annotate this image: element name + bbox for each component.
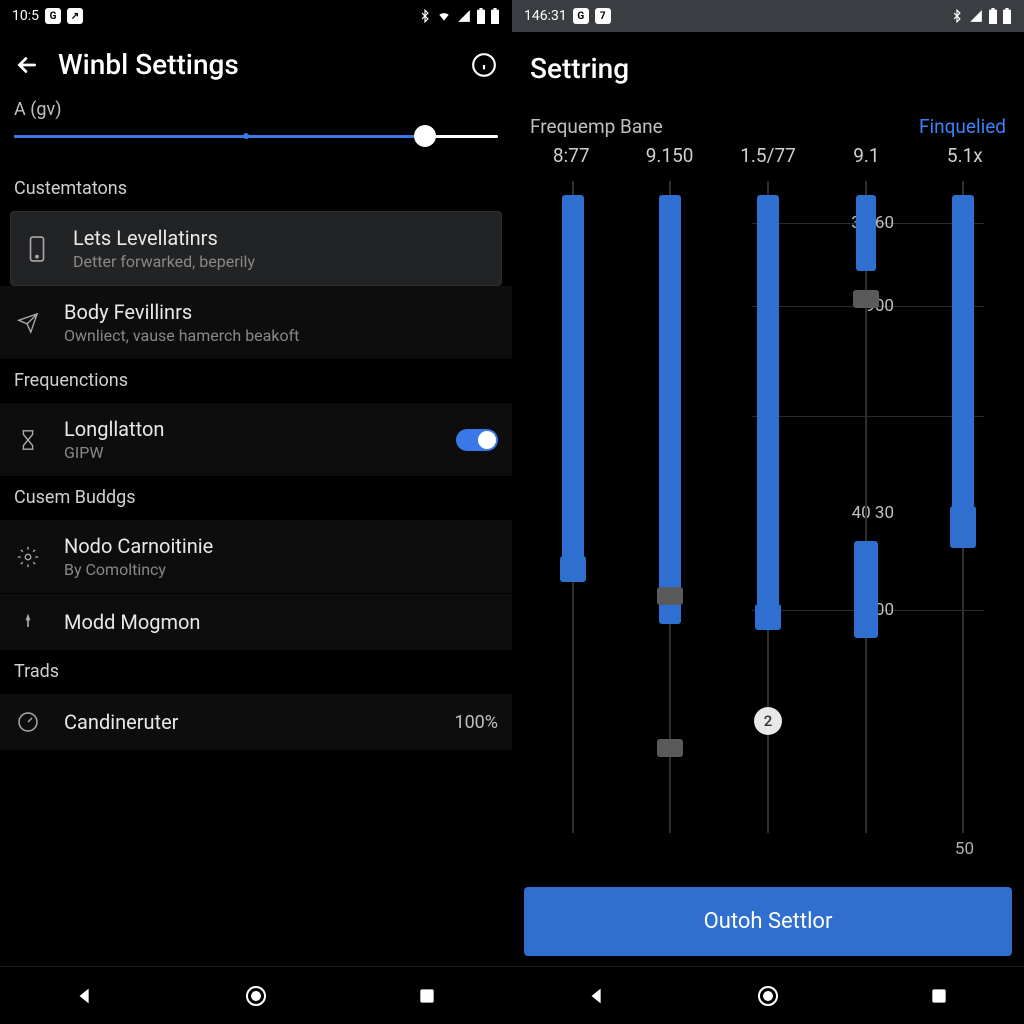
status-bar: 10:5 G ↗ (0, 0, 512, 32)
eq-header: Frequemp Bane Finquelied (512, 105, 1024, 140)
eq-slider-1[interactable] (550, 181, 596, 873)
item-subtitle: Ownliect, vause hamerch beakoft (64, 326, 498, 345)
app-header: Settring (512, 32, 1024, 105)
battery-icon (476, 8, 486, 24)
eq-bottom-label: 50 (955, 839, 974, 859)
section-header-trads: Trads (0, 651, 512, 694)
eq-slider-2[interactable] (647, 181, 693, 873)
nav-home-button[interactable] (748, 976, 788, 1016)
item-value: 100% (454, 712, 498, 733)
nav-bar (0, 966, 512, 1024)
status-bar: 146:31 G 7 (512, 0, 1024, 32)
status-time: 146:31 (524, 8, 567, 24)
nav-recent-button[interactable] (407, 976, 447, 1016)
list-item-nodo[interactable]: Nodo Carnoitinie By Comoltincy (0, 520, 512, 594)
bluetooth-icon (418, 9, 432, 23)
phone-icon (23, 235, 51, 263)
freq-label: 9.1 (817, 144, 915, 167)
equalizer-area: 30.60 900 40 30 2500 (512, 181, 1024, 873)
wifi-icon (436, 9, 452, 23)
list-item-levels[interactable]: Lets Levellatinrs Detter forwarked, bepe… (10, 211, 502, 286)
freq-label: 8:77 (522, 144, 620, 167)
signal-icon (456, 9, 472, 23)
status-chip-2: ↗ (67, 8, 83, 24)
item-title: Modd Mogmon (64, 610, 498, 634)
signal-icon (968, 9, 984, 23)
battery-icon-2 (1002, 8, 1012, 24)
eq-frequency-labels: 8:77 9.150 1.5/77 9.1 5.1x (512, 140, 1024, 173)
settings-screen: 10:5 G ↗ Winbl Settings A (gv) Custemtat (0, 0, 512, 1024)
nav-home-button[interactable] (236, 976, 276, 1016)
eq-label: Frequemp Bane (530, 115, 663, 138)
status-chip-1: G (45, 8, 61, 24)
app-header: Winbl Settings (0, 32, 512, 99)
eq-slider-5[interactable] (940, 181, 986, 873)
status-chip-2: 7 (595, 8, 611, 24)
arrow-icon (14, 608, 42, 636)
battery-icon-2 (490, 8, 500, 24)
info-icon[interactable] (470, 51, 498, 79)
page-title: Settring (530, 52, 1006, 85)
item-title: Body Fevillinrs (64, 300, 498, 324)
gain-slider[interactable] (0, 126, 512, 146)
freq-label: 9.150 (620, 144, 718, 167)
list-item-modd[interactable]: Modd Mogmon (0, 594, 512, 651)
equalizer-screen: 146:31 G 7 Settring Frequemp Bane Finque… (512, 0, 1024, 1024)
item-title: Nodo Carnoitinie (64, 534, 498, 558)
nav-bar (512, 966, 1024, 1024)
battery-icon (988, 8, 998, 24)
item-subtitle: By Comoltincy (64, 560, 498, 579)
item-title: Longllatton (64, 417, 434, 441)
toggle-switch[interactable] (456, 429, 498, 451)
back-button[interactable] (14, 52, 40, 78)
section-header-custom: Cusem Buddgs (0, 477, 512, 520)
freq-label: 5.1x (916, 144, 1014, 167)
bluetooth-icon (950, 9, 964, 23)
section-header-frequencies: Frequenctions (0, 360, 512, 403)
status-chip-1: G (573, 8, 589, 24)
hourglass-icon (14, 426, 42, 454)
item-title: Lets Levellatinrs (73, 226, 489, 250)
status-time: 10:5 (12, 8, 39, 24)
slider-label: A (gv) (0, 99, 512, 120)
eq-badge: 2 (754, 707, 782, 735)
eq-slider-4[interactable] (843, 181, 889, 873)
apply-button[interactable]: Outoh Settlor (524, 887, 1012, 956)
list-item-longllatton[interactable]: Longllatton GIPW (0, 403, 512, 477)
item-title: Candineruter (64, 710, 432, 734)
nav-back-button[interactable] (65, 976, 105, 1016)
item-subtitle: GIPW (64, 443, 434, 462)
nav-recent-button[interactable] (919, 976, 959, 1016)
nav-back-button[interactable] (577, 976, 617, 1016)
section-header-customizations: Custemtatons (0, 168, 512, 211)
eq-slider-3[interactable]: 2 (745, 181, 791, 873)
item-subtitle: Detter forwarked, beperily (73, 252, 489, 271)
gauge-icon (14, 708, 42, 736)
send-icon (14, 309, 42, 337)
freq-label: 1.5/77 (719, 144, 817, 167)
eq-action-link[interactable]: Finquelied (919, 115, 1006, 138)
list-item-body[interactable]: Body Fevillinrs Ownliect, vause hamerch … (0, 286, 512, 360)
gear-icon (14, 543, 42, 571)
list-item-candineruter[interactable]: Candineruter 100% (0, 694, 512, 751)
page-title: Winbl Settings (58, 48, 239, 81)
